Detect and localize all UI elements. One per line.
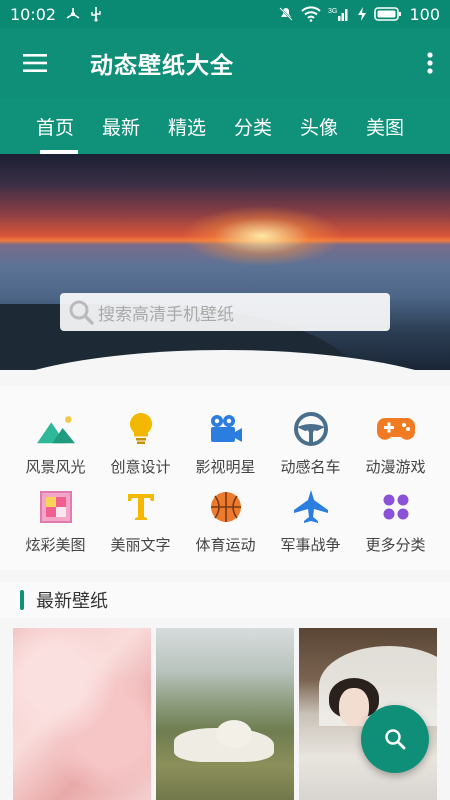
category-movies[interactable]: 影视明星 <box>183 410 268 488</box>
category-text[interactable]: 美丽文字 <box>98 488 183 566</box>
signal-icon: 3G <box>328 6 350 22</box>
mountain-icon <box>36 410 75 448</box>
steering-wheel-icon <box>292 410 330 448</box>
tab-pictures[interactable]: 美图 <box>352 98 418 154</box>
category-anime-games[interactable]: 动漫游戏 <box>353 410 438 488</box>
latest-section-header: 最新壁纸 <box>0 582 450 618</box>
menu-button[interactable] <box>0 28 70 98</box>
charging-icon <box>357 6 367 22</box>
banner-image: 搜索高清手机壁纸 <box>0 154 450 370</box>
lightbulb-icon <box>122 410 160 448</box>
category-military[interactable]: 军事战争 <box>268 488 353 566</box>
floating-search-button[interactable] <box>361 705 429 773</box>
wifi-icon <box>301 6 322 22</box>
category-creative[interactable]: 创意设计 <box>98 410 183 488</box>
category-grid: 风景风光 创意设计 影视明星 动感名车 动漫游戏 炫彩美图 美丽文字 体育运动 … <box>0 386 450 570</box>
category-cars[interactable]: 动感名车 <box>268 410 353 488</box>
tab-avatars[interactable]: 头像 <box>286 98 352 154</box>
wallpaper-thumbnail[interactable] <box>13 628 151 800</box>
usb-share-icon <box>64 6 82 22</box>
battery-icon <box>374 6 402 22</box>
wallpaper-thumbnail[interactable] <box>156 628 294 800</box>
tab-bar: 首页 最新 精选 分类 头像 美图 <box>0 98 450 154</box>
category-more[interactable]: 更多分类 <box>353 488 438 566</box>
movie-camera-icon <box>207 410 245 448</box>
more-dots-icon <box>377 488 415 526</box>
status-time: 10:02 <box>10 4 57 24</box>
fighter-jet-icon <box>292 488 330 526</box>
app-title: 动态壁纸大全 <box>90 53 234 79</box>
tab-home[interactable]: 首页 <box>22 98 88 154</box>
category-scenery[interactable]: 风景风光 <box>13 410 98 488</box>
letter-t-icon <box>122 488 160 526</box>
mute-icon <box>278 6 294 22</box>
category-sports[interactable]: 体育运动 <box>183 488 268 566</box>
tab-featured[interactable]: 精选 <box>154 98 220 154</box>
battery-level: 100 <box>409 4 440 24</box>
latest-section-title: 最新壁纸 <box>36 591 108 612</box>
hamburger-icon <box>23 54 47 72</box>
section-accent-bar <box>20 590 24 610</box>
gamepad-icon <box>376 410 415 448</box>
app-bar: 动态壁纸大全 <box>0 28 450 98</box>
svg-text:3G: 3G <box>328 8 337 15</box>
more-options-button[interactable] <box>410 28 450 98</box>
search-placeholder: 搜索高清手机壁纸 <box>98 304 234 325</box>
tab-latest[interactable]: 最新 <box>88 98 154 154</box>
basketball-icon <box>207 488 245 526</box>
more-vert-icon <box>427 52 433 74</box>
search-icon <box>385 729 406 750</box>
usb-icon <box>90 6 102 22</box>
search-icon <box>69 300 94 325</box>
category-colorful[interactable]: 炫彩美图 <box>13 488 98 566</box>
search-input[interactable]: 搜索高清手机壁纸 <box>60 293 390 331</box>
status-bar: 10:02 3G 100 <box>0 0 450 28</box>
tab-categories[interactable]: 分类 <box>220 98 286 154</box>
colorful-image-icon <box>37 488 75 526</box>
